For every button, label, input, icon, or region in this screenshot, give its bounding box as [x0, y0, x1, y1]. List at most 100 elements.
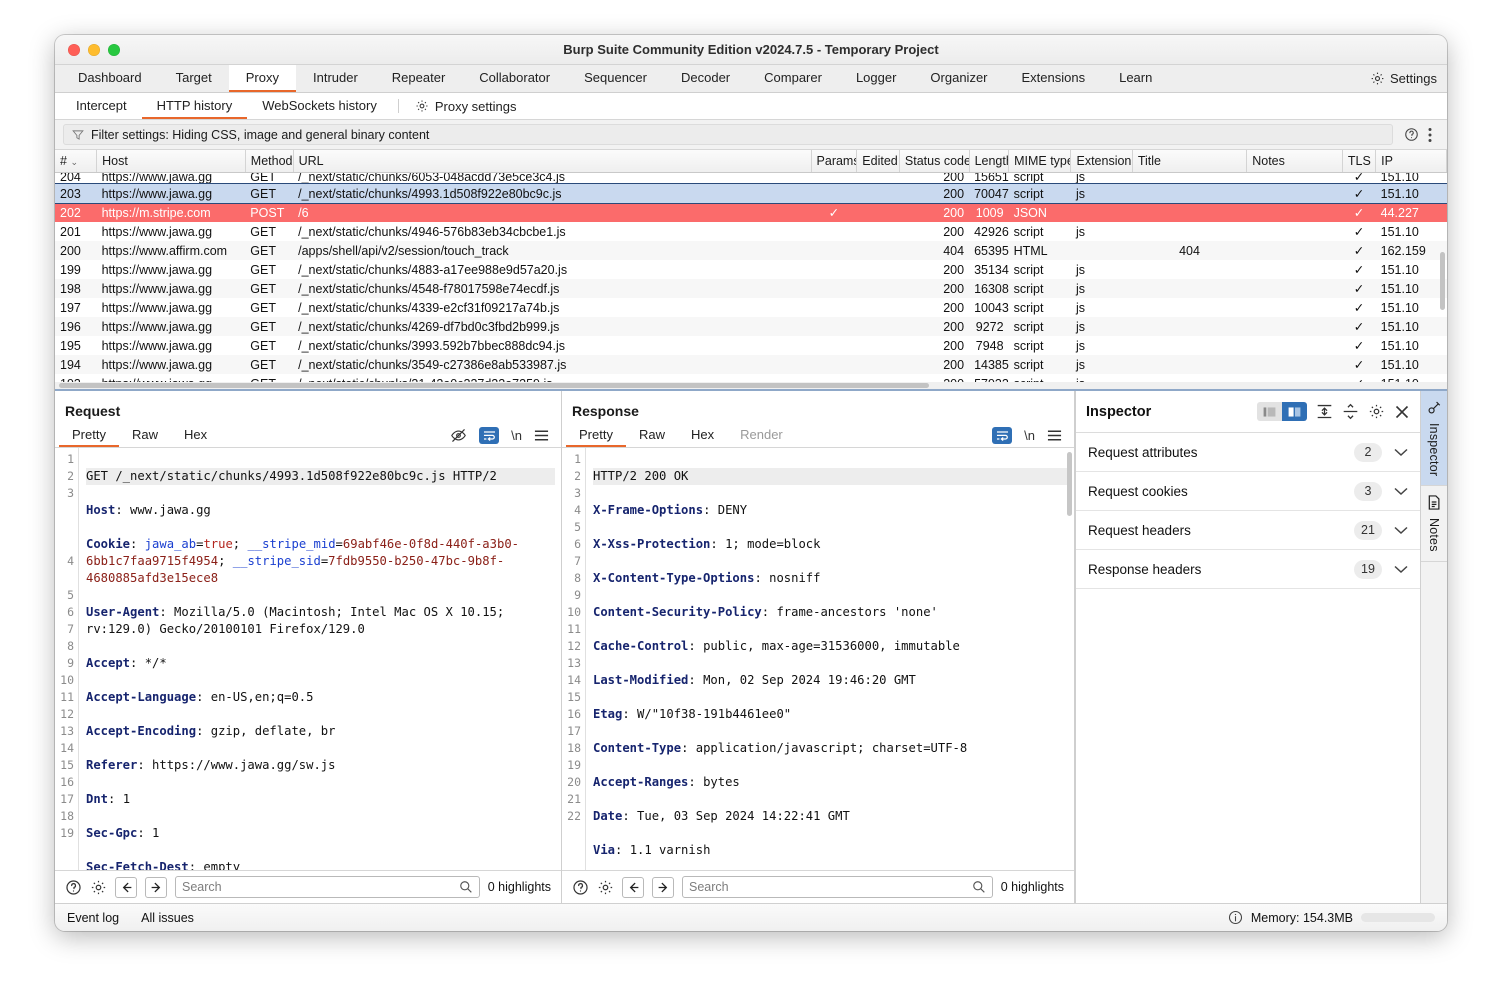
response-tab-render[interactable]: Render	[727, 423, 796, 447]
tab-organizer[interactable]: Organizer	[913, 65, 1004, 92]
column-header-mime-type[interactable]: MIME type	[1008, 150, 1072, 173]
request-tab-hex[interactable]: Hex	[171, 423, 220, 447]
rail-tab-notes[interactable]: Notes	[1421, 486, 1447, 562]
show-newlines-icon[interactable]: \n	[1024, 428, 1035, 443]
table-horizontal-scrollbar[interactable]	[55, 382, 1447, 389]
table-row[interactable]: 199 https://www.jawa.gg GET /_next/static/c…	[55, 260, 1447, 279]
column-header-length[interactable]: Length	[969, 150, 1010, 173]
table-row[interactable]: 198 https://www.jawa.gg GET/_next/static/c…	[55, 279, 1447, 298]
request-tab-pretty[interactable]: Pretty	[59, 423, 119, 447]
table-row[interactable]: 197 https://www.jawa.gg GET /_next/static/c…	[55, 298, 1447, 317]
column-header-title[interactable]: Title	[1132, 150, 1248, 173]
http-history-table-container[interactable]: # ⌄ Host Method URL Params Edited Status…	[55, 150, 1447, 391]
gear-icon[interactable]	[1368, 403, 1385, 420]
scrollbar-thumb[interactable]	[1440, 252, 1445, 310]
close-icon[interactable]	[1394, 404, 1410, 420]
inspector-section-request-cookies[interactable]: Request cookies 3	[1076, 472, 1420, 511]
table-row[interactable]: 194 https://www.jawa.gg GET/_next/static/c…	[55, 355, 1447, 374]
chevron-down-icon[interactable]	[1394, 526, 1408, 535]
table-row[interactable]: 202 https://m.stripe.com POST/6 ✓ 200 1009 JSO…	[55, 203, 1447, 222]
minimize-window-button[interactable]	[88, 43, 100, 56]
column-header-method[interactable]: Method	[245, 150, 294, 173]
chevron-down-icon[interactable]	[1394, 487, 1408, 496]
help-icon[interactable]	[1404, 127, 1419, 142]
filter-settings-bar[interactable]: Filter settings: Hiding CSS, image and g…	[63, 124, 1393, 145]
collapse-all-icon[interactable]	[1342, 403, 1359, 420]
request-forward-button[interactable]	[145, 876, 167, 898]
tab-proxy[interactable]: Proxy	[228, 65, 296, 92]
tab-logger[interactable]: Logger	[839, 65, 913, 92]
column-header-status-code[interactable]: Status code	[899, 150, 970, 173]
chevron-down-icon[interactable]	[1394, 565, 1408, 574]
tab-dashboard[interactable]: Dashboard	[61, 65, 159, 92]
subtab-http-history[interactable]: HTTP history	[141, 93, 248, 119]
tab-repeater[interactable]: Repeater	[375, 65, 462, 92]
column-header-params[interactable]: Params	[811, 150, 858, 173]
close-window-button[interactable]	[68, 43, 80, 56]
request-tab-raw[interactable]: Raw	[119, 423, 171, 447]
column-header-ip[interactable]: IP	[1375, 150, 1447, 173]
tab-target[interactable]: Target	[159, 65, 229, 92]
memory-usage-bar[interactable]	[1361, 913, 1435, 922]
tab-extensions[interactable]: Extensions	[1005, 65, 1103, 92]
chevron-down-icon[interactable]	[1394, 448, 1408, 457]
tab-collaborator[interactable]: Collaborator	[462, 65, 567, 92]
response-tab-raw[interactable]: Raw	[626, 423, 678, 447]
column-header-tls[interactable]: TLS	[1342, 150, 1377, 173]
tab-decoder[interactable]: Decoder	[664, 65, 747, 92]
scrollbar-thumb[interactable]	[59, 383, 929, 388]
column-header-number[interactable]: # ⌄	[55, 150, 98, 173]
proxy-settings-button[interactable]: Proxy settings	[405, 93, 527, 119]
request-back-button[interactable]	[115, 876, 137, 898]
word-wrap-icon[interactable]	[992, 426, 1013, 444]
rail-tab-inspector[interactable]: Inspector	[1421, 391, 1447, 487]
editor-menu-icon[interactable]	[1047, 429, 1062, 442]
response-content[interactable]: HTTP/2 200 OK X-Frame-Options: DENY X-Xs…	[586, 448, 1074, 870]
inspector-layout-segmented-control[interactable]	[1257, 402, 1307, 421]
response-tab-pretty[interactable]: Pretty	[566, 423, 626, 447]
table-row[interactable]: 200 https://www.affirm.com GET/apps/shell/…	[55, 241, 1447, 260]
help-icon[interactable]	[65, 879, 82, 896]
inspector-section-response-headers[interactable]: Response headers 19	[1076, 550, 1420, 589]
request-search-input[interactable]: Search	[175, 876, 480, 898]
column-header-extension[interactable]: Extension	[1070, 150, 1133, 173]
window-controls[interactable]	[55, 43, 120, 56]
response-vertical-scrollbar[interactable]	[1067, 452, 1072, 516]
column-header-edited[interactable]: Edited	[856, 150, 900, 173]
table-vertical-scrollbar[interactable]	[1439, 172, 1447, 382]
response-search-input[interactable]: Search	[682, 876, 993, 898]
show-newlines-icon[interactable]: \n	[511, 428, 522, 443]
settings-button[interactable]: Settings	[1370, 65, 1437, 92]
editor-menu-icon[interactable]	[534, 429, 549, 442]
inspector-section-request-attributes[interactable]: Request attributes 2	[1076, 433, 1420, 472]
maximize-window-button[interactable]	[108, 43, 120, 56]
subtab-websockets-history[interactable]: WebSockets history	[247, 93, 392, 119]
response-back-button[interactable]	[622, 876, 644, 898]
search-icon[interactable]	[972, 880, 986, 894]
http-history-table[interactable]: # ⌄ Host Method URL Params Edited Status…	[55, 150, 1447, 389]
table-row[interactable]: 201 https://www.jawa.gg GET /_next/static/c…	[55, 222, 1447, 241]
event-log-button[interactable]: Event log	[67, 911, 119, 925]
tab-sequencer[interactable]: Sequencer	[567, 65, 664, 92]
gear-icon[interactable]	[90, 879, 107, 896]
request-code-area[interactable]: 1234 5 6 7 8 9 10 11 12 13 14 15 16 17 18 19 GET /_ne…	[55, 448, 561, 870]
table-row[interactable]: 195 https://www.jawa.gg GET /_next/static/c…	[55, 336, 1447, 355]
inspector-dock-left-button[interactable]	[1257, 402, 1282, 421]
gear-icon[interactable]	[597, 879, 614, 896]
response-tab-hex[interactable]: Hex	[678, 423, 727, 447]
search-icon[interactable]	[459, 880, 473, 894]
more-options-icon[interactable]	[1428, 127, 1432, 143]
column-header-url[interactable]: URL	[293, 150, 812, 173]
table-row[interactable]: 204 https://www.jawa.gg GET /_next/static/c…	[55, 172, 1447, 184]
tab-intruder[interactable]: Intruder	[296, 65, 375, 92]
tab-learn[interactable]: Learn	[1102, 65, 1169, 92]
table-row[interactable]: 203 https://www.jawa.gg GET/_next/static/c…	[55, 183, 1447, 204]
inspector-section-request-headers[interactable]: Request headers 21	[1076, 511, 1420, 550]
hide-whitespace-icon[interactable]	[450, 427, 467, 444]
response-code-area[interactable]: 12345678 9 10 11 12 13 14 15 16 17 18 19 20 21 22 HT…	[562, 448, 1074, 870]
table-row[interactable]: 196 https://www.jawa.gg GET/_next/static/c…	[55, 317, 1447, 336]
column-header-notes[interactable]: Notes	[1246, 150, 1343, 173]
tab-comparer[interactable]: Comparer	[747, 65, 839, 92]
request-content[interactable]: GET /_next/static/chunks/4993.1d508f922e…	[79, 448, 561, 870]
subtab-intercept[interactable]: Intercept	[61, 93, 142, 119]
